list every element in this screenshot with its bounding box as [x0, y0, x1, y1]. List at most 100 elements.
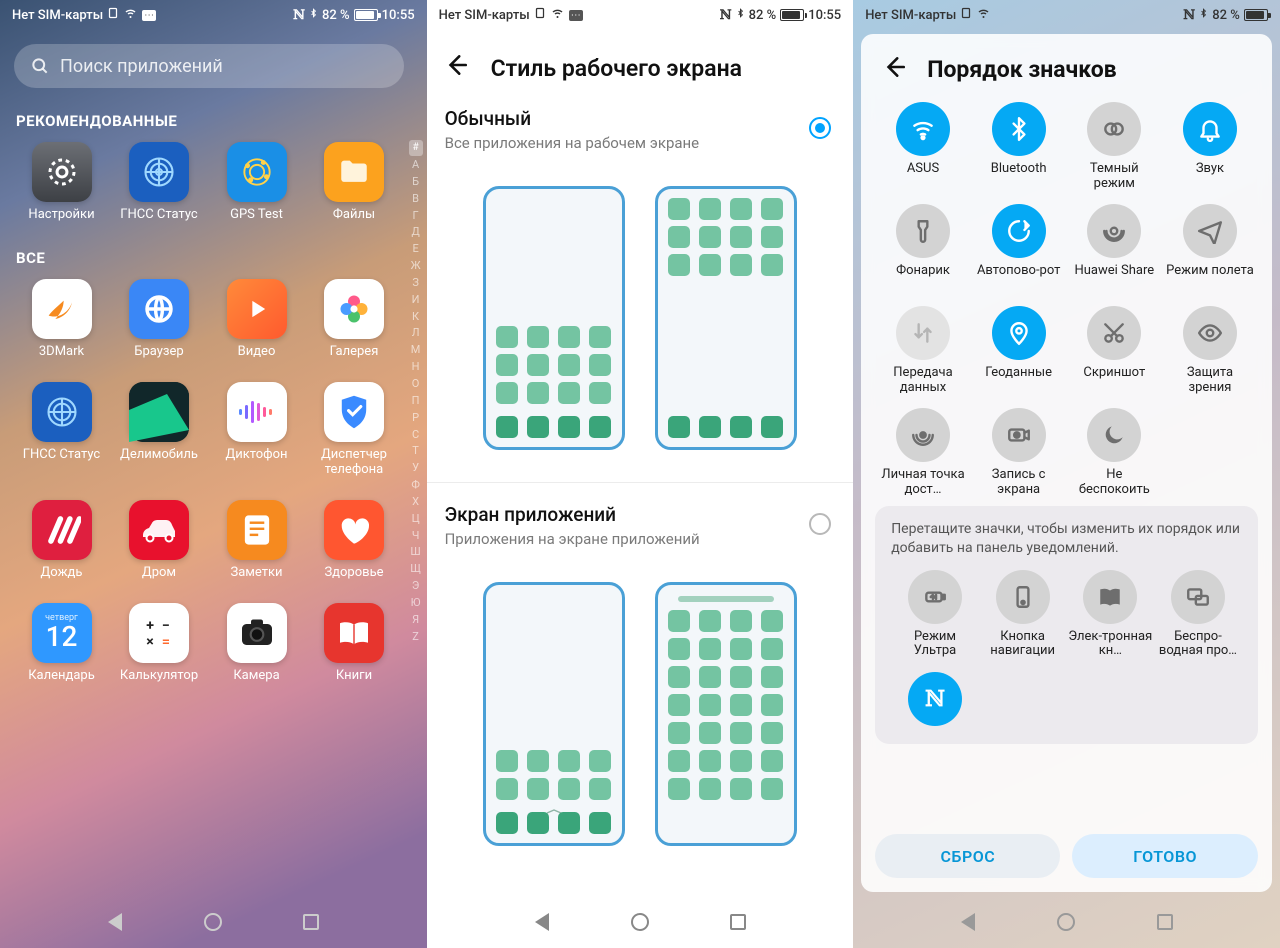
tile-nfc[interactable]: ℕ: [891, 672, 979, 726]
tile-rec[interactable]: Запись с экрана: [971, 408, 1067, 498]
app-calendar[interactable]: четверг12Календарь: [14, 603, 109, 684]
battery-pct: 82 %: [749, 8, 777, 23]
alpha-letter[interactable]: Р: [409, 411, 423, 426]
nav-recent[interactable]: [725, 909, 751, 935]
app-phone-manager[interactable]: Диспетчер телефона: [307, 382, 402, 478]
tile-dark[interactable]: Темный режим: [1066, 102, 1162, 192]
app-delimobile[interactable]: Делимобиль: [112, 382, 207, 478]
alpha-letter[interactable]: С: [409, 428, 423, 443]
hint-box: Перетащите значки, чтобы изменить их пор…: [875, 506, 1258, 744]
tile-rotate[interactable]: Автопово-рот: [971, 204, 1067, 294]
alpha-index[interactable]: # АБВГДЕЖЗИКЛМНОПРСТУФХЦЧШЩЭЮЯZ: [409, 140, 423, 886]
nav-back[interactable]: [102, 909, 128, 935]
alpha-letter[interactable]: К: [409, 310, 423, 325]
tile-share[interactable]: Huawei Share: [1066, 204, 1162, 294]
app-calculator[interactable]: +−×=Калькулятор: [112, 603, 207, 684]
alpha-letter[interactable]: П: [409, 394, 423, 409]
tile-ultra[interactable]: Режим Ультра: [891, 570, 979, 660]
tile-hotspot[interactable]: Личная точка дост…: [875, 408, 971, 498]
tile-torch[interactable]: Фонарик: [875, 204, 971, 294]
app-gallery[interactable]: Галерея: [307, 279, 402, 360]
nav-home[interactable]: [1053, 909, 1079, 935]
done-button[interactable]: ГОТОВО: [1072, 834, 1257, 878]
tile-bell[interactable]: Звук: [1162, 102, 1258, 192]
alpha-letter[interactable]: #: [409, 140, 423, 156]
tile-label: Huawei Share: [1074, 264, 1154, 294]
app-books[interactable]: Книги: [307, 603, 402, 684]
tile-plane[interactable]: Режим полета: [1162, 204, 1258, 294]
alpha-letter[interactable]: Ю: [409, 596, 423, 611]
alpha-letter[interactable]: Н: [409, 360, 423, 375]
nav-home[interactable]: [627, 909, 653, 935]
tile-label: Защита зрения: [1166, 366, 1254, 396]
alpha-letter[interactable]: Б: [409, 175, 423, 190]
app-files[interactable]: Файлы: [307, 142, 402, 223]
app-camera[interactable]: Камера: [209, 603, 304, 684]
alpha-letter[interactable]: Я: [409, 613, 423, 628]
nav-back[interactable]: [955, 909, 981, 935]
alpha-letter[interactable]: Е: [409, 242, 423, 257]
tile-eye[interactable]: Защита зрения: [1162, 306, 1258, 396]
alpha-letter[interactable]: Ц: [409, 512, 423, 527]
tile-moon[interactable]: Не беспокоить: [1066, 408, 1162, 498]
status-time: 10:55: [808, 8, 841, 23]
tile-data[interactable]: Передача данных: [875, 306, 971, 396]
alpha-letter[interactable]: Т: [409, 444, 423, 459]
alpha-letter[interactable]: Щ: [409, 562, 423, 577]
alpha-letter[interactable]: Ч: [409, 529, 423, 544]
bt-icon: [309, 6, 318, 24]
app-health[interactable]: Здоровье: [307, 500, 402, 581]
alpha-letter[interactable]: Ж: [409, 259, 423, 274]
option-drawer[interactable]: Экран приложений Приложения на экране пр…: [427, 499, 854, 562]
nav-bar: [427, 896, 854, 948]
alpha-letter[interactable]: У: [409, 461, 423, 476]
tile-bt[interactable]: Bluetooth: [971, 102, 1067, 192]
app-browser[interactable]: Браузер: [112, 279, 207, 360]
alpha-letter[interactable]: А: [409, 158, 423, 173]
tile-loc[interactable]: Геоданные: [971, 306, 1067, 396]
tile-wifi[interactable]: ASUS: [875, 102, 971, 192]
app-3dmark[interactable]: 3DMark: [14, 279, 109, 360]
app-gpstest[interactable]: GPS Test: [209, 142, 304, 223]
back-arrow-icon[interactable]: [443, 52, 469, 85]
all-grid: 3DMark Браузер Видео Галерея ГНСС Статус…: [14, 279, 404, 684]
nav-recent[interactable]: [1152, 909, 1178, 935]
alpha-letter[interactable]: Z: [409, 630, 423, 645]
moon-icon: [1087, 408, 1141, 462]
tile-ebook[interactable]: Элек-тронная кн…: [1066, 570, 1154, 660]
search-input[interactable]: Поиск приложений: [14, 44, 404, 88]
alpha-letter[interactable]: И: [409, 293, 423, 308]
alpha-letter[interactable]: В: [409, 192, 423, 207]
alpha-letter[interactable]: Ш: [409, 545, 423, 560]
app-video[interactable]: Видео: [209, 279, 304, 360]
alpha-letter[interactable]: Л: [409, 326, 423, 341]
alpha-letter[interactable]: Э: [409, 579, 423, 594]
tile-navkey[interactable]: Кнопка навигации: [979, 570, 1067, 660]
reset-button[interactable]: СБРОС: [875, 834, 1060, 878]
app-gnss[interactable]: ГНСС Статус: [112, 142, 207, 223]
alpha-letter[interactable]: Х: [409, 495, 423, 510]
back-arrow-icon[interactable]: [881, 54, 907, 84]
app-notes[interactable]: Заметки: [209, 500, 304, 581]
app-settings[interactable]: Настройки: [14, 142, 109, 223]
app-rain[interactable]: Дождь: [14, 500, 109, 581]
app-gnss2[interactable]: ГНСС Статус: [14, 382, 109, 478]
alpha-letter[interactable]: М: [409, 343, 423, 358]
tile-label: Режим Ультра: [891, 630, 979, 660]
nav-recent[interactable]: [298, 909, 324, 935]
alpha-letter[interactable]: Г: [409, 209, 423, 224]
alpha-letter[interactable]: Ф: [409, 478, 423, 493]
tiles-more: Режим УльтраКнопка навигацииЭлек-тронная…: [891, 570, 1242, 660]
tile-cast[interactable]: Беспро-водная про…: [1154, 570, 1242, 660]
app-drom[interactable]: Дром: [112, 500, 207, 581]
alpha-letter[interactable]: З: [409, 276, 423, 291]
nav-home[interactable]: [200, 909, 226, 935]
tile-snip[interactable]: Скриншот: [1066, 306, 1162, 396]
panel-buttons: СБРОС ГОТОВО: [875, 820, 1258, 878]
alpha-letter[interactable]: Д: [409, 225, 423, 240]
app-voice-recorder[interactable]: Диктофон: [209, 382, 304, 478]
book-icon: [324, 603, 384, 663]
option-standard[interactable]: Обычный Все приложения на рабочем экране: [427, 103, 854, 166]
nav-back[interactable]: [529, 909, 555, 935]
alpha-letter[interactable]: О: [409, 377, 423, 392]
